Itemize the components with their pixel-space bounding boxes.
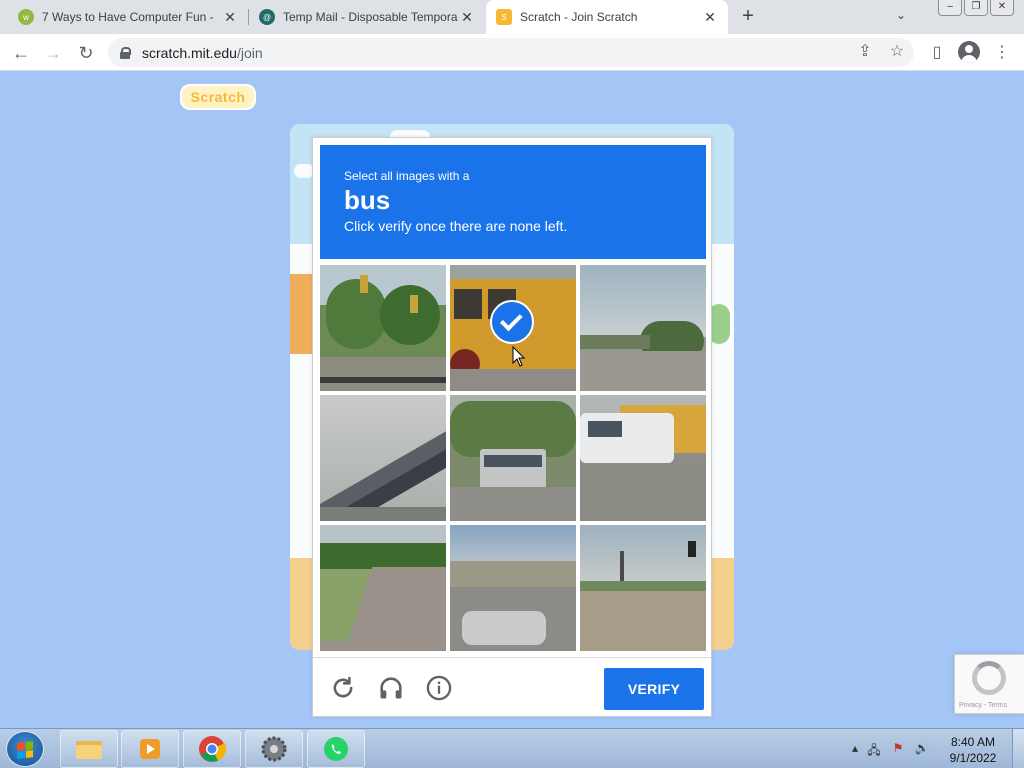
tile-traffic-light-trees[interactable] [320,265,446,391]
lock-icon[interactable] [120,46,131,59]
minimize-button[interactable]: – [938,0,962,16]
media-player-icon [140,739,160,759]
taskbar-file-explorer[interactable] [60,730,118,768]
tab-title: 7 Ways to Have Computer Fun - [42,10,214,24]
reload-button[interactable]: ↻ [73,40,99,66]
tempmail-icon: @ [259,9,275,25]
clock-time: 8:40 AM [950,735,996,749]
gear-icon [261,736,287,762]
start-button[interactable] [6,731,44,767]
whatsapp-icon [324,737,348,761]
window-controls: – ❐ ✕ [938,0,1014,16]
tab-strip: w 7 Ways to Have Computer Fun - ✕ @ Temp… [0,0,1024,34]
profile-avatar-icon[interactable] [958,41,980,63]
address-bar[interactable]: scratch.mit.edu/join ⇪ ☆ [108,38,914,67]
taskbar-settings[interactable] [245,730,303,768]
network-icon[interactable]: 🖧 [862,741,886,762]
chrome-icon [199,736,226,762]
recaptcha-logo-icon [972,661,1006,695]
captcha-hint: Click verify once there are none left. [344,218,568,234]
close-icon[interactable]: ✕ [222,9,238,26]
taskbar-media-player[interactable] [121,730,179,768]
restore-button[interactable]: ❐ [964,0,988,16]
tile-bridge-overpass[interactable] [320,395,446,521]
url-text: scratch.mit.edu/join [142,44,263,61]
folder-icon [76,741,102,759]
browser-toolbar: ← → ↻ scratch.mit.edu/join ⇪ ☆ ▯ ⋮ [0,34,1024,71]
menu-kebab-icon[interactable]: ⋮ [990,41,1014,65]
tile-path-grass[interactable] [320,525,446,651]
tab-scratch[interactable]: S Scratch - Join Scratch ✕ [486,0,728,34]
tile-van-school-bus[interactable] [580,395,706,521]
captcha-challenge: Select all images with a bus Click verif… [312,137,712,717]
recaptcha-privacy-terms[interactable]: Privacy - Terms [959,702,1007,709]
side-panel-icon[interactable]: ▯ [925,41,949,65]
windows-logo-icon [17,741,33,759]
close-window-button[interactable]: ✕ [990,0,1014,16]
tab-title: Temp Mail - Disposable Tempora [283,10,458,24]
clock-date: 9/1/2022 [949,751,997,765]
wikihow-icon: w [18,9,34,25]
scratch-logo[interactable]: Scratch [180,84,256,110]
back-button[interactable]: ← [8,40,34,66]
tile-school-bus[interactable] [450,265,576,391]
reload-icon[interactable] [329,674,357,702]
verify-button[interactable]: VERIFY [604,668,704,710]
tab-temp-mail[interactable]: @ Temp Mail - Disposable Tempora ✕ [249,0,485,34]
taskbar-clock[interactable]: 8:40 AM 9/1/2022 [938,734,1008,766]
forward-button[interactable]: → [40,40,66,66]
headphones-icon[interactable] [377,674,405,702]
show-desktop-button[interactable] [1012,729,1024,768]
tab-title: Scratch - Join Scratch [520,10,638,24]
captcha-image-grid [320,265,706,651]
mouse-cursor-icon [512,346,526,367]
captcha-footer: VERIFY [313,657,711,717]
chevron-down-icon[interactable]: ⌄ [896,8,906,22]
taskbar-chrome[interactable] [183,730,241,768]
volume-icon[interactable]: 🔊 [910,741,934,755]
recaptcha-badge[interactable]: Privacy - Terms [954,654,1024,714]
tile-bus-street[interactable] [450,395,576,521]
taskbar-whatsapp[interactable] [307,730,365,768]
close-icon[interactable]: ✕ [702,9,718,26]
close-icon[interactable]: ✕ [459,9,475,26]
tile-car-road[interactable] [450,525,576,651]
star-icon[interactable]: ☆ [886,41,908,61]
share-icon[interactable]: ⇪ [854,41,876,61]
new-tab-button[interactable]: + [737,5,759,27]
tab-wikihow[interactable]: w 7 Ways to Have Computer Fun - ✕ [8,0,248,34]
captcha-target: bus [344,185,391,215]
info-icon[interactable] [425,674,453,702]
captcha-instruction: Select all images with a [344,169,470,183]
action-center-warning-icon[interactable]: ⚑ [886,741,910,755]
scratch-icon: S [496,9,512,25]
captcha-header: Select all images with a bus Click verif… [320,145,706,259]
taskbar: ▴ 🖧 ⚑ 🔊 8:40 AM 9/1/2022 [0,728,1024,768]
dialog-illustration-building [290,274,314,354]
check-icon [490,300,534,344]
tile-field-tree[interactable] [580,265,706,391]
tile-intersection-signal[interactable] [580,525,706,651]
